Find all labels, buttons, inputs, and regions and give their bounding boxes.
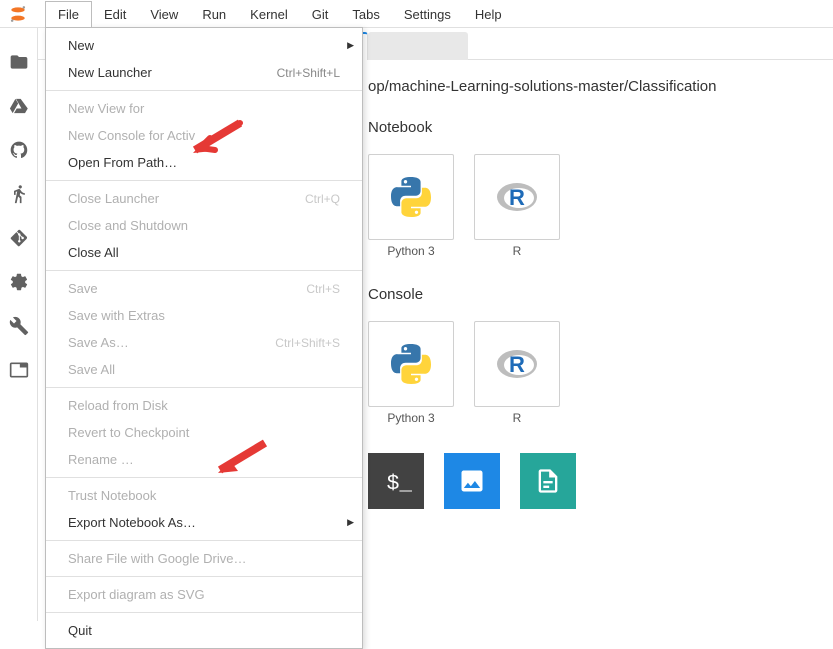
menu-item-label: Close All: [68, 245, 119, 260]
menu-bar: File Edit View Run Kernel Git Tabs Setti…: [45, 0, 514, 28]
menu-separator: [46, 477, 362, 478]
menu-item-label: Open From Path…: [68, 155, 177, 170]
tab-inactive[interactable]: [368, 32, 468, 60]
menu-item-save-all: Save All: [46, 356, 362, 383]
menu-file[interactable]: File: [45, 1, 92, 27]
card-python-console[interactable]: [368, 321, 454, 407]
card-file[interactable]: [520, 453, 576, 509]
menu-item-label: New Launcher: [68, 65, 152, 80]
svg-text:R: R: [509, 352, 525, 377]
card-r-notebook[interactable]: R: [474, 154, 560, 240]
menu-item-new-launcher[interactable]: New Launcher Ctrl+Shift+L: [46, 59, 362, 86]
menu-item-label: Reload from Disk: [68, 398, 168, 413]
build-icon[interactable]: [9, 316, 29, 336]
menu-item-label: New: [68, 38, 94, 53]
menu-item-save-as: Save As… Ctrl+Shift+S: [46, 329, 362, 356]
menu-item-trust-notebook: Trust Notebook: [46, 482, 362, 509]
console-cards: Python 3 R R: [368, 321, 833, 425]
running-icon[interactable]: [9, 184, 29, 204]
svg-text:$_: $_: [387, 472, 412, 496]
google-drive-icon[interactable]: [9, 96, 29, 116]
menu-item-rename: Rename …: [46, 446, 362, 473]
notebook-cards: Python 3 R R: [368, 154, 833, 258]
menu-separator: [46, 612, 362, 613]
svg-text:R: R: [509, 185, 525, 210]
card-r-console[interactable]: R: [474, 321, 560, 407]
card-python-notebook[interactable]: [368, 154, 454, 240]
menu-item-new-view-for: New View for: [46, 95, 362, 122]
menu-separator: [46, 90, 362, 91]
menu-item-label: Close Launcher: [68, 191, 159, 206]
jupyter-logo-icon: [8, 4, 28, 24]
menu-item-save-with-extras: Save with Extras: [46, 302, 362, 329]
menu-settings[interactable]: Settings: [392, 2, 463, 27]
menu-edit[interactable]: Edit: [92, 2, 138, 27]
folder-icon[interactable]: [9, 52, 29, 72]
menu-view[interactable]: View: [138, 2, 190, 27]
menu-separator: [46, 387, 362, 388]
menu-separator: [46, 180, 362, 181]
card-terminal[interactable]: $_: [368, 453, 424, 509]
submenu-arrow-icon: ▶: [347, 40, 354, 51]
menu-item-shortcut: Ctrl+Shift+L: [277, 66, 340, 80]
menu-item-close-and-shutdown: Close and Shutdown: [46, 212, 362, 239]
card-python-label: Python 3: [387, 244, 434, 258]
menu-item-label: New View for: [68, 101, 144, 116]
section-notebook-title: Notebook: [368, 119, 833, 136]
submenu-arrow-icon: ▶: [347, 517, 354, 528]
menu-item-save: Save Ctrl+S: [46, 275, 362, 302]
menu-separator: [46, 540, 362, 541]
github-icon[interactable]: [9, 140, 29, 160]
commands-icon[interactable]: [9, 272, 29, 292]
menu-item-label: Trust Notebook: [68, 488, 156, 503]
breadcrumb: op/machine-Learning-solutions-master/Cla…: [368, 60, 833, 95]
menu-item-open-from-path[interactable]: Open From Path…: [46, 149, 362, 176]
left-sidebar: [0, 28, 38, 621]
menu-item-new[interactable]: New ▶: [46, 32, 362, 59]
menu-item-label: Save All: [68, 362, 115, 377]
menu-tabs[interactable]: Tabs: [340, 2, 391, 27]
menu-item-shortcut: Ctrl+Shift+S: [275, 336, 340, 350]
menu-help[interactable]: Help: [463, 2, 514, 27]
menu-run[interactable]: Run: [190, 2, 238, 27]
menu-item-share-file-with-google-drive: Share File with Google Drive…: [46, 545, 362, 572]
file-dropdown: New ▶ New Launcher Ctrl+Shift+L New View for…: [45, 27, 363, 649]
card-r-console-label: R: [513, 411, 522, 425]
menu-item-label: Rename …: [68, 452, 134, 467]
menu-item-label: Export diagram as SVG: [68, 587, 205, 602]
menu-item-new-console-for-activ: New Console for Activ: [46, 122, 362, 149]
card-r-label: R: [513, 244, 522, 258]
menu-separator: [46, 270, 362, 271]
menu-item-label: Save with Extras: [68, 308, 165, 323]
menu-item-shortcut: Ctrl+Q: [305, 192, 340, 206]
menu-item-label: New Console for Activ: [68, 128, 195, 143]
menu-item-label: Revert to Checkpoint: [68, 425, 189, 440]
menu-item-reload-from-disk: Reload from Disk: [46, 392, 362, 419]
menu-item-quit[interactable]: Quit: [46, 617, 362, 644]
menu-item-label: Save As…: [68, 335, 129, 350]
menu-item-close-launcher: Close Launcher Ctrl+Q: [46, 185, 362, 212]
menu-item-shortcut: Ctrl+S: [306, 282, 340, 296]
menu-item-export-diagram-as-svg: Export diagram as SVG: [46, 581, 362, 608]
git-icon[interactable]: [9, 228, 29, 248]
menu-item-label: Quit: [68, 623, 92, 638]
menu-item-label: Close and Shutdown: [68, 218, 188, 233]
card-image[interactable]: [444, 453, 500, 509]
menu-item-label: Export Notebook As…: [68, 515, 196, 530]
menu-kernel[interactable]: Kernel: [238, 2, 300, 27]
menu-item-revert-to-checkpoint: Revert to Checkpoint: [46, 419, 362, 446]
menu-item-close-all[interactable]: Close All: [46, 239, 362, 266]
section-console-title: Console: [368, 286, 833, 303]
menu-item-label: Save: [68, 281, 98, 296]
menu-git[interactable]: Git: [300, 2, 341, 27]
other-cards: $_: [368, 453, 833, 509]
menu-item-label: Share File with Google Drive…: [68, 551, 246, 566]
menu-separator: [46, 576, 362, 577]
menu-item-export-notebook-as[interactable]: Export Notebook As… ▶: [46, 509, 362, 536]
tabs-icon[interactable]: [9, 360, 29, 380]
card-python-console-label: Python 3: [387, 411, 434, 425]
